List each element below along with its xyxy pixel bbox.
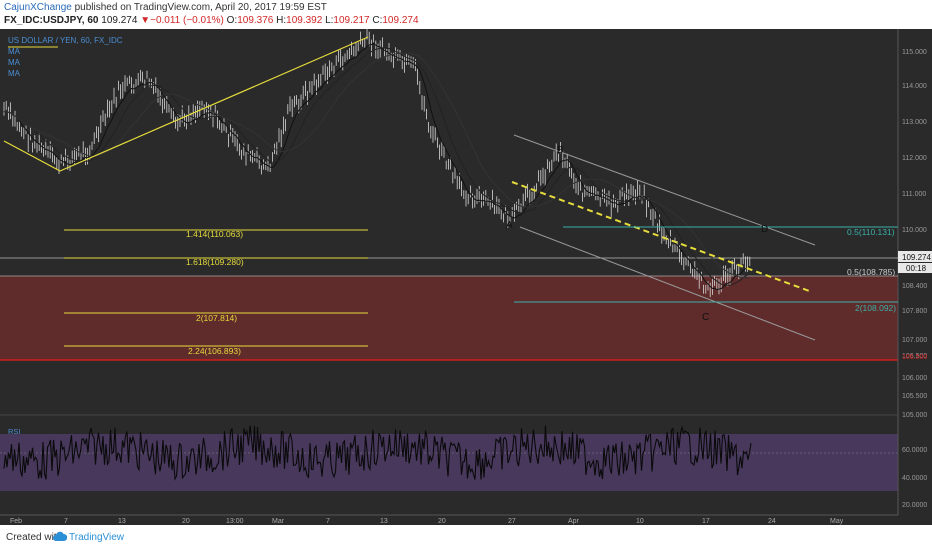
price-tick: 106.000 [902, 375, 927, 382]
close-value: 109.274 [382, 15, 419, 26]
publish-line: CajunXChange published on TradingView.co… [4, 2, 327, 13]
footer: Created with TradingView [0, 525, 932, 550]
rsi-label: RSI [8, 427, 21, 436]
price-tick: 107.000 [902, 337, 927, 344]
high-value: 109.392 [286, 15, 323, 26]
price-change: ▼−0.011 (−0.01%) [140, 15, 224, 26]
price-chart[interactable]: US DOLLAR / YEN, 60, FX_IDC MA MA MA 1.4… [0, 28, 932, 525]
legend-title: US DOLLAR / YEN, 60, FX_IDC [8, 36, 123, 45]
ohlc-line: FX_IDC:USDJPY, 60 109.274 ▼−0.011 (−0.01… [4, 15, 419, 26]
time-tick: 7 [326, 518, 330, 525]
red-zone [0, 276, 898, 360]
price-tick: 105.000 [902, 412, 927, 419]
time-tick: 20 [182, 518, 190, 525]
legend-ma-3: MA [8, 69, 21, 78]
legend-ma-1: MA [8, 47, 21, 56]
time-tick: 7 [64, 518, 68, 525]
price-tick: 108.400 [902, 283, 927, 290]
price-tick: 110.000 [902, 227, 927, 234]
wave-label-a: A [506, 220, 513, 231]
price-tick: 112.000 [902, 155, 927, 162]
price-tick: 115.000 [902, 49, 927, 56]
time-tick: 24 [768, 518, 776, 525]
published-text: published on TradingView.com, April 20, … [74, 2, 327, 13]
time-tick: 13 [380, 518, 388, 525]
close-label: C: [372, 15, 383, 26]
wave-label-d: D [761, 224, 768, 235]
fib-right-3: 2(108.092) [855, 303, 896, 313]
high-label: H: [276, 15, 287, 26]
chart-area[interactable]: US DOLLAR / YEN, 60, FX_IDC MA MA MA 1.4… [0, 28, 932, 525]
open-label: O: [226, 15, 238, 26]
symbol-label: FX_IDC:USDJPY, 60 [4, 15, 99, 26]
wave-label-c: C [702, 312, 709, 323]
rsi-tick-20: 20.0000 [902, 502, 927, 509]
time-tick: Apr [568, 518, 580, 525]
time-tick: 13:00 [226, 518, 244, 525]
wave-label-b: B [557, 145, 564, 156]
price-tick: 105.500 [902, 393, 927, 400]
fib-right-2: 0.5(108.785) [847, 267, 895, 277]
fib-right-1: 0.5(110.131) [847, 227, 895, 237]
time-tick: May [830, 518, 844, 525]
price-tick: 107.800 [902, 308, 927, 315]
time-tick: 27 [508, 518, 516, 525]
countdown-text: 00:18 [906, 264, 927, 273]
fib-label-1: 1.414(110.063) [186, 229, 243, 239]
rsi-tick-60: 60.0000 [902, 447, 927, 454]
last-price: 109.274 [101, 15, 138, 26]
price-tick: 113.000 [902, 119, 927, 126]
time-tick: Feb [10, 518, 22, 525]
time-tick: 17 [702, 518, 710, 525]
fib-label-4: 2.24(106.893) [188, 346, 241, 356]
legend-ma-2: MA [8, 58, 21, 67]
low-value: 109.217 [333, 15, 370, 26]
time-tick: 10 [636, 518, 644, 525]
fib-label-3: 2(107.814) [196, 313, 237, 323]
time-tick: 13 [118, 518, 126, 525]
time-tick: 20 [438, 518, 446, 525]
chart-header: CajunXChange published on TradingView.co… [0, 0, 932, 29]
tradingview-cloud-icon [53, 531, 67, 541]
price-tick: 114.000 [902, 83, 927, 90]
fib-label-2: 1.618(109.280) [186, 257, 244, 267]
current-price-text: 109.274 [902, 253, 931, 262]
red-level-label: 106.500 [902, 354, 927, 361]
author-link[interactable]: CajunXChange [4, 2, 72, 13]
time-tick: Mar [272, 518, 285, 525]
tradingview-brand-link[interactable]: TradingView [69, 532, 124, 543]
rsi-tick-40: 40.0000 [902, 475, 927, 482]
open-value: 109.376 [237, 15, 274, 26]
price-tick: 111.000 [902, 191, 926, 198]
